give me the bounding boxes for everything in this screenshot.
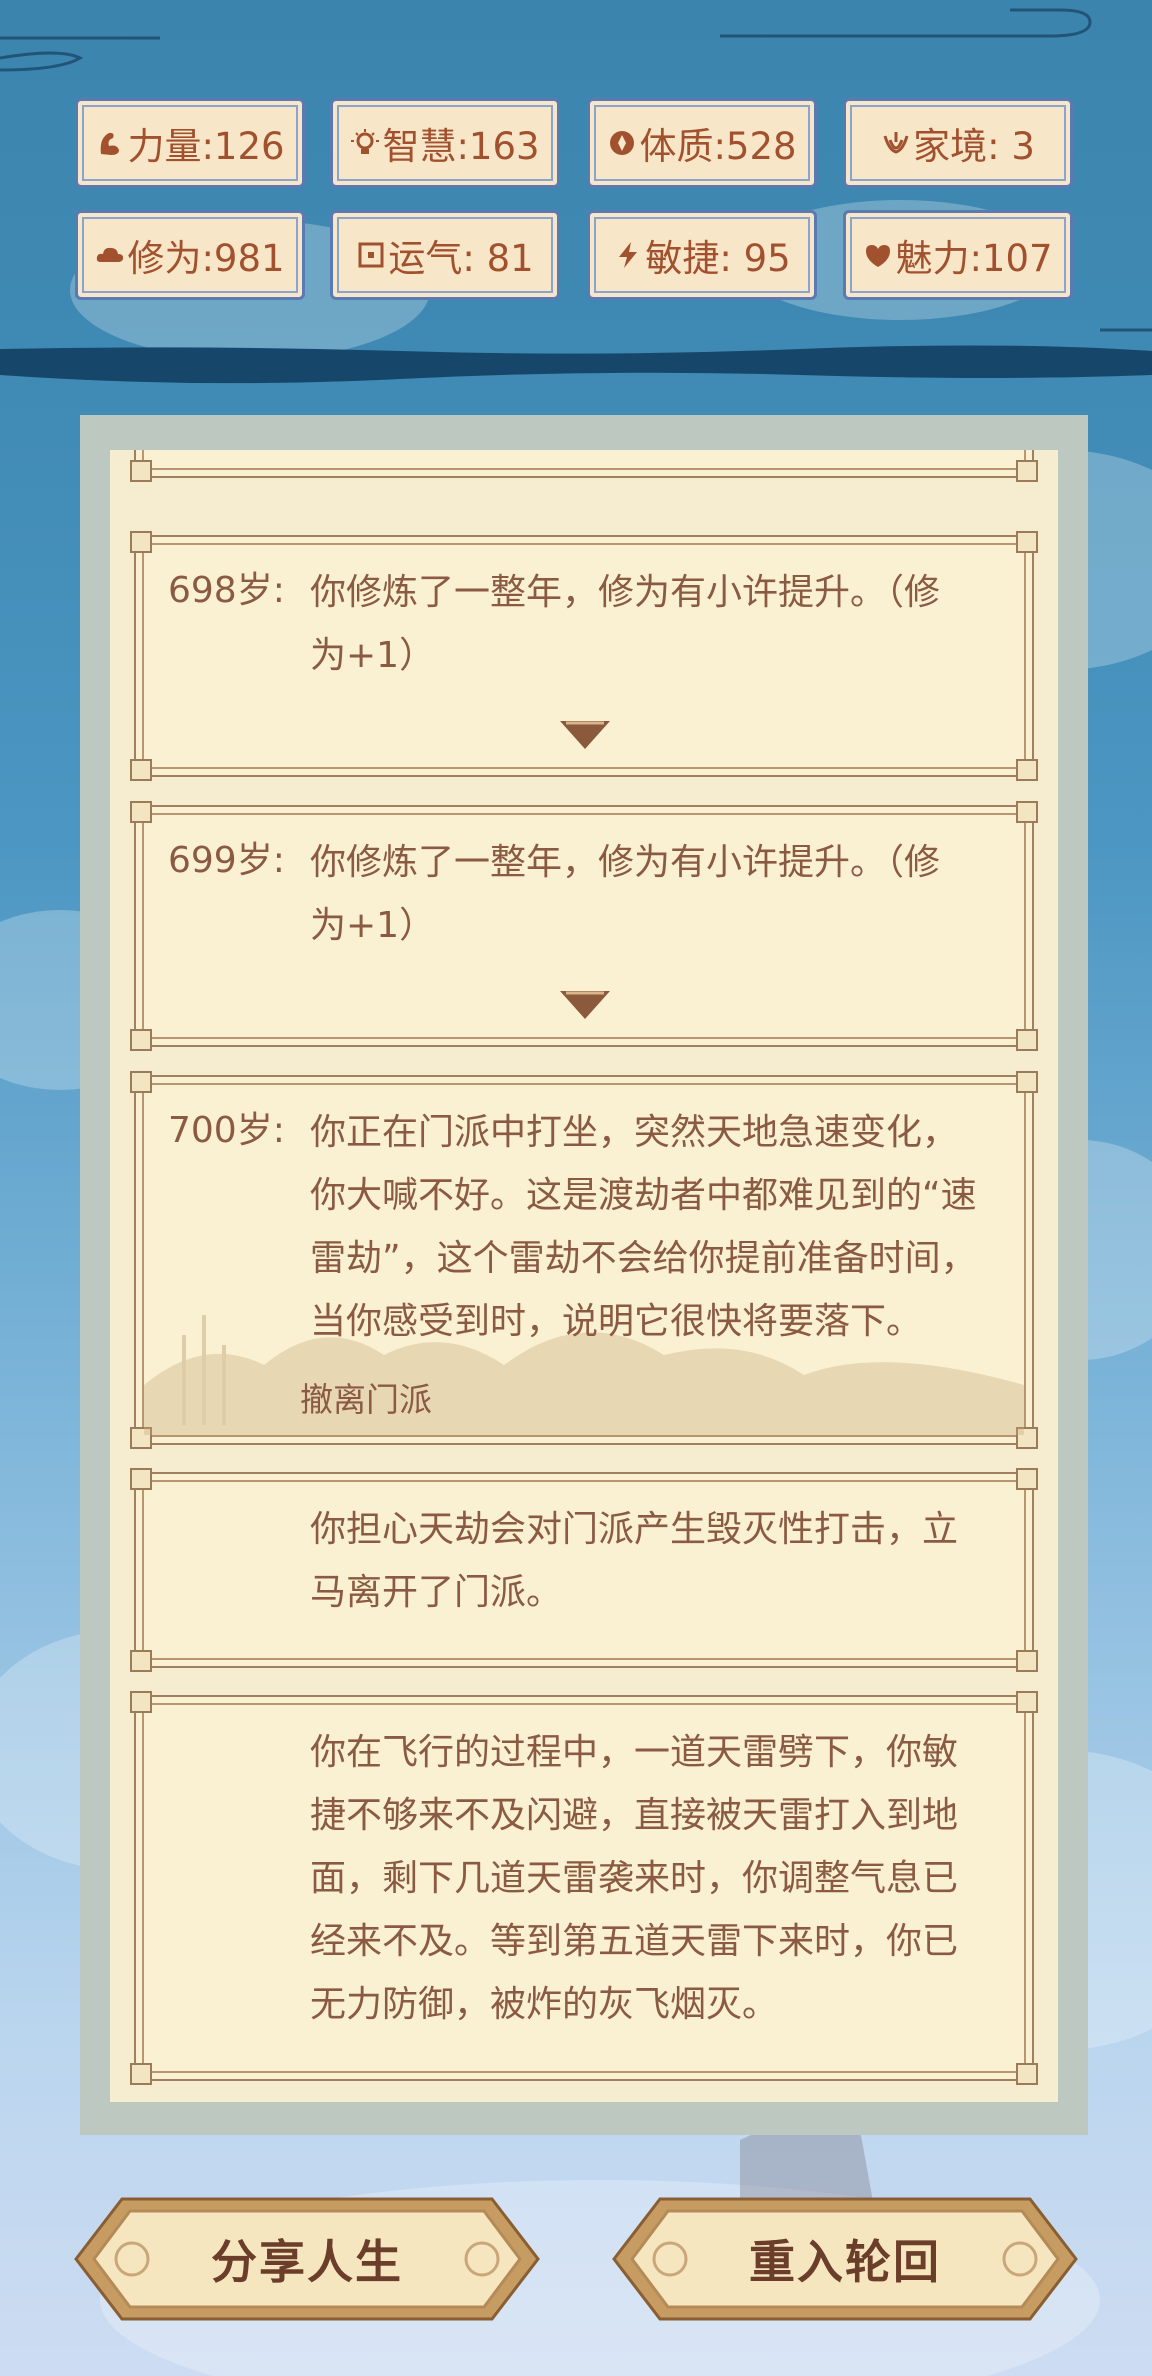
charm-icon (863, 240, 893, 270)
stat-family-text: 家境: 3 (913, 125, 1035, 168)
event-text: 你在飞行的过程中，一道天雷劈下，你敏 捷不够来不及闪避，直接被天雷打入到地 面，… (310, 1732, 959, 2025)
stat-constitution-text: 体质:528 (639, 125, 797, 168)
stat-strength-text: 力量:126 (127, 125, 285, 168)
event-card: 你担心天劫会对门派产生毁灭性打击，立 马离开了门派。 (130, 1468, 1038, 1672)
event-text: 你担心天劫会对门派产生毁灭性打击，立 马离开了门派。 (310, 1509, 959, 1613)
event-text: 你正在门派中打坐，突然天地急速变化， 你大喊不好。这是渡劫者中都难见到的“速 雷… (310, 1112, 977, 1342)
constitution-icon (607, 128, 637, 158)
event-age: 700岁: (168, 1110, 285, 1151)
event-text: 你修炼了一整年，修为有小许提升。（修 为+1） (310, 842, 941, 946)
stat-agility-text: 敏捷: 95 (645, 237, 791, 280)
stat-charm-text: 魅力:107 (895, 237, 1053, 280)
stat-luck-text: 运气: 81 (388, 237, 534, 280)
stat-constitution: 体质:528 (587, 98, 817, 188)
event-age: 698岁: (168, 570, 285, 611)
expand-arrow-icon[interactable] (558, 987, 612, 1021)
attribute-stats: 力量:126 智慧:163 体质:528 家境: 3 修为:981 运气: 81… (75, 98, 1075, 308)
strength-icon (95, 128, 125, 158)
stat-family: 家境: 3 (843, 98, 1073, 188)
expand-arrow-icon[interactable] (558, 717, 612, 751)
luck-icon (356, 240, 386, 270)
share-life-button[interactable]: 分享人生 (72, 2195, 542, 2323)
event-card: 699岁: 你修炼了一整年，修为有小许提升。（修 为+1） (130, 801, 1038, 1051)
stat-wisdom: 智慧:163 (330, 98, 560, 188)
ink-divider (0, 345, 1152, 384)
cloud-icon (95, 240, 125, 270)
stat-cultivation: 修为:981 (75, 210, 305, 300)
stat-agility: 敏捷: 95 (587, 210, 817, 300)
stat-luck: 运气: 81 (330, 210, 560, 300)
rebirth-label: 重入轮回 (749, 2235, 941, 2289)
stat-charm: 魅力:107 (843, 210, 1073, 300)
event-card: 你在飞行的过程中，一道天雷劈下，你敏 捷不够来不及闪避，直接被天雷打入到地 面，… (130, 1691, 1038, 2085)
event-card: 700岁: 你正在门派中打坐，突然天地急速变化， 你大喊不好。这是渡劫者中都难见… (130, 1071, 1038, 1449)
family-icon (881, 128, 911, 158)
rebirth-button[interactable]: 重入轮回 (610, 2195, 1080, 2323)
event-age: 699岁: (168, 840, 285, 881)
lightning-icon (613, 240, 643, 270)
stat-wisdom-text: 智慧:163 (382, 125, 540, 168)
event-card-partial (130, 450, 1038, 482)
life-log-scroll[interactable]: 698岁: 你修炼了一整年，修为有小许提升。（修 为+1） 699岁: 你修炼了… (110, 450, 1058, 2102)
stat-strength: 力量:126 (75, 98, 305, 188)
event-card: 698岁: 你修炼了一整年，修为有小许提升。（修 为+1） (130, 531, 1038, 781)
lightbulb-icon (350, 128, 380, 158)
event-text: 你修炼了一整年，修为有小许提升。（修 为+1） (310, 572, 941, 676)
share-life-label: 分享人生 (211, 2235, 403, 2289)
event-choice: 撤离门派 (300, 1380, 432, 1419)
stat-cultivation-text: 修为:981 (127, 237, 285, 280)
